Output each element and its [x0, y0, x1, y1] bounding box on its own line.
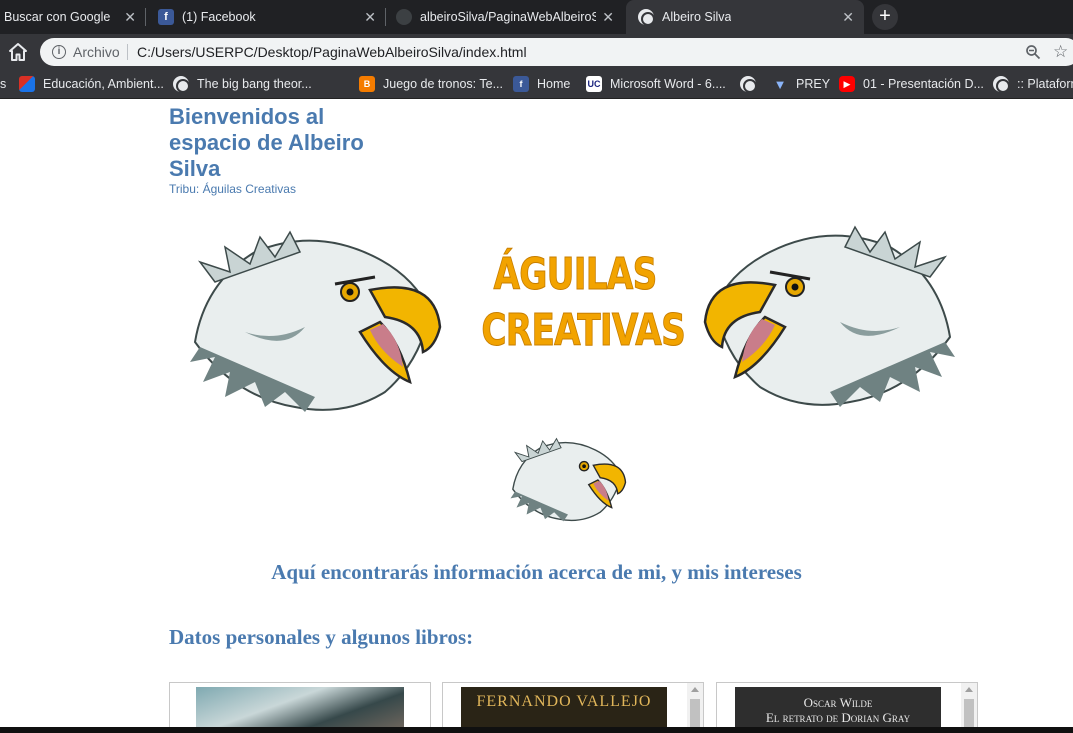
- bookmark-item[interactable]: UC Microsoft Word - 6....: [586, 76, 726, 92]
- book-card: FERNANDO VALLEJO: [442, 682, 704, 733]
- tab-strip: Buscar con Google ✕ f (1) Facebook ✕ alb…: [0, 0, 1073, 34]
- facebook-icon: f: [158, 9, 174, 25]
- close-icon[interactable]: ✕: [364, 9, 376, 25]
- home-icon[interactable]: [8, 42, 28, 62]
- bookmark-item[interactable]: ▼ PREY: [772, 76, 830, 92]
- bookmark-label: Educación, Ambient...: [43, 77, 164, 91]
- bookmark-label: Home: [537, 77, 571, 91]
- bookmark-item[interactable]: s: [0, 76, 6, 92]
- book-card: Oscar Wilde El retrato de Dorian Gray: [716, 682, 978, 733]
- globe-icon: [173, 76, 190, 93]
- blogger-icon: B: [359, 76, 375, 92]
- bookmark-item[interactable]: Educación, Ambient...: [19, 76, 164, 92]
- tab-github[interactable]: albeiroSilva/PaginaWebAlbeiroSilva ✕: [386, 0, 624, 34]
- bookmark-label: :: Plataform: [1017, 77, 1073, 91]
- tab-facebook[interactable]: f (1) Facebook ✕: [146, 0, 386, 34]
- banner-title: ÁGUILAS CREATIVAS: [481, 249, 686, 357]
- page-subtitle: Tribu: Águilas Creativas: [169, 182, 296, 196]
- taskbar: [0, 727, 1073, 733]
- zoom-icon[interactable]: [1025, 44, 1041, 60]
- globe-icon: [740, 76, 757, 93]
- tab-google[interactable]: Buscar con Google ✕: [0, 0, 146, 34]
- scrollbar[interactable]: [687, 683, 703, 733]
- page-title: Bienvenidos al espacio de Albeiro Silva: [169, 104, 364, 181]
- profile-card: [169, 682, 431, 733]
- info-icon[interactable]: i: [52, 45, 66, 59]
- close-icon[interactable]: ✕: [842, 9, 854, 25]
- address-bar[interactable]: i Archivo C:/Users/USERPC/Desktop/Pagina…: [40, 38, 1073, 66]
- bookmark-label: 01 - Presentación D...: [863, 77, 984, 91]
- browser-toolbar: i Archivo C:/Users/USERPC/Desktop/Pagina…: [0, 34, 1073, 70]
- scrollbar[interactable]: [961, 683, 977, 733]
- eagle-left-icon: [190, 230, 442, 412]
- prey-icon: ▼: [773, 76, 787, 92]
- close-icon[interactable]: ✕: [602, 9, 614, 25]
- globe-icon: [993, 76, 1010, 93]
- close-icon[interactable]: ✕: [124, 9, 136, 25]
- bookmark-item[interactable]: ▶ 01 - Presentación D...: [839, 76, 984, 92]
- bookmark-item[interactable]: The big bang theor...: [173, 76, 312, 93]
- bookmark-label: Microsoft Word - 6....: [610, 77, 726, 91]
- bookmark-label: PREY: [796, 77, 831, 91]
- youtube-icon: ▶: [839, 76, 855, 92]
- facebook-icon: f: [513, 76, 529, 92]
- bookmark-star-icon[interactable]: ☆: [1053, 42, 1068, 62]
- eagle-small-icon: [510, 437, 627, 522]
- tab-title: Buscar con Google: [4, 10, 111, 24]
- tab-title: albeiroSilva/PaginaWebAlbeiroSilva: [420, 10, 596, 24]
- url-scheme-label: Archivo: [73, 44, 120, 60]
- globe-icon: [638, 9, 655, 26]
- intro-heading: Aquí encontrarás información acerca de m…: [271, 560, 802, 584]
- uc-icon: UC: [586, 76, 602, 92]
- tab-title: (1) Facebook: [182, 10, 256, 24]
- bookmark-item[interactable]: B Juego de tronos: Te...: [359, 76, 503, 92]
- bookmark-item[interactable]: [740, 76, 764, 93]
- new-tab-button[interactable]: +: [872, 4, 898, 30]
- edu-icon: [19, 76, 35, 92]
- section-title: Datos personales y algunos libros:: [169, 625, 474, 649]
- bookmarks-bar: s Educación, Ambient... The big bang the…: [0, 70, 1073, 99]
- bookmark-label: The big bang theor...: [197, 77, 312, 91]
- bookmark-item[interactable]: f Home: [513, 76, 570, 92]
- bookmark-label: Juego de tronos: Te...: [383, 77, 503, 91]
- eagle-right-icon: [703, 225, 955, 407]
- tab-albeiro-silva[interactable]: Albeiro Silva ✕: [626, 0, 864, 34]
- github-icon: [396, 9, 412, 25]
- tab-title: Albeiro Silva: [662, 10, 732, 24]
- banner-image: ÁGUILAS CREATIVAS: [185, 222, 960, 422]
- web-page: Bienvenidos al espacio de Albeiro Silva …: [0, 100, 1073, 733]
- bookmark-label: s: [0, 77, 7, 91]
- bookmark-item[interactable]: :: Plataform: [993, 76, 1073, 93]
- url-text[interactable]: C:/Users/USERPC/Desktop/PaginaWebAlbeiro…: [137, 44, 527, 60]
